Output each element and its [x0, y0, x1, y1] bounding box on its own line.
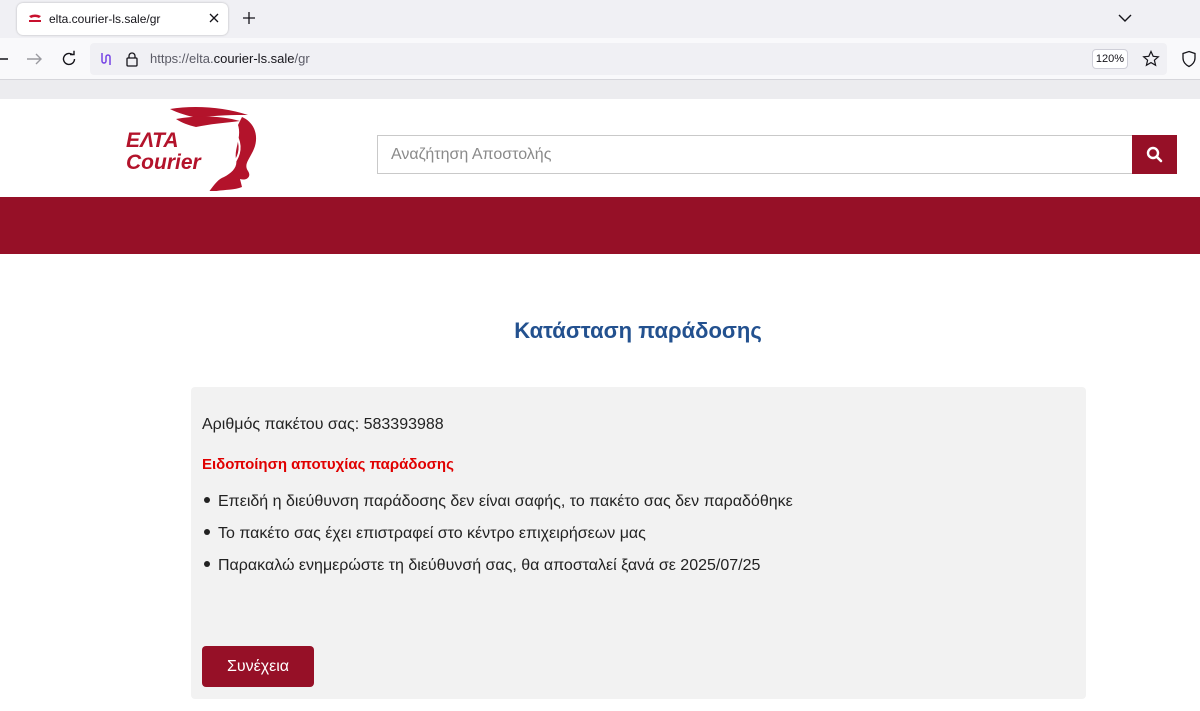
shipment-search-input[interactable] — [377, 135, 1133, 174]
chevron-down-icon[interactable] — [1117, 11, 1133, 25]
tab-title: elta.courier-ls.sale/gr — [49, 12, 161, 26]
browser-tab[interactable]: elta.courier-ls.sale/gr — [17, 3, 228, 35]
search-button[interactable] — [1132, 135, 1177, 174]
close-icon[interactable] — [207, 11, 221, 25]
shield-icon[interactable] — [1180, 50, 1198, 68]
permissions-icon[interactable] — [98, 51, 114, 67]
plus-icon[interactable] — [240, 9, 258, 27]
list-item: Το πακέτο σας έχει επιστραφεί στο κέντρο… — [204, 525, 793, 557]
elta-favicon-icon — [29, 14, 41, 22]
status-list: Επειδή η διεύθυνση παράδοσης δεν είναι σ… — [204, 493, 793, 589]
star-icon[interactable] — [1142, 50, 1160, 68]
address-bar[interactable]: https://elta.courier-ls.sale/gr 120% — [90, 43, 1167, 75]
bookmarks-strip — [0, 80, 1200, 99]
continue-button[interactable]: Συνέχεια — [202, 646, 314, 687]
svg-text:Courier: Courier — [126, 151, 203, 174]
browser-navbar: https://elta.courier-ls.sale/gr 120% — [0, 38, 1200, 80]
svg-text:ΕΛΤΑ: ΕΛΤΑ — [126, 129, 179, 152]
package-number: 583393988 — [363, 416, 444, 433]
url-text[interactable]: https://elta.courier-ls.sale/gr — [150, 51, 310, 66]
reload-icon[interactable] — [60, 50, 78, 68]
zoom-level-badge[interactable]: 120% — [1092, 49, 1128, 69]
site-header: ΕΛΤΑ Courier — [0, 99, 1200, 197]
elta-courier-logo[interactable]: ΕΛΤΑ Courier — [124, 105, 262, 191]
package-number-line: Αριθμός πακέτου σας: 583393988 — [202, 416, 444, 433]
back-arrow-icon[interactable] — [0, 50, 10, 68]
nav-band — [0, 197, 1200, 254]
browser-tabstrip: elta.courier-ls.sale/gr — [0, 0, 1200, 38]
delivery-failure-alert: Ειδοποίηση αποτυχίας παράδοσης — [202, 456, 454, 473]
forward-arrow-icon[interactable] — [25, 50, 43, 68]
list-item: Παρακαλώ ενημερώστε τη διεύθυνσή σας, θα… — [204, 557, 793, 589]
list-item: Επειδή η διεύθυνση παράδοσης δεν είναι σ… — [204, 493, 793, 525]
delivery-status-card: Αριθμός πακέτου σας: 583393988 Ειδοποίησ… — [191, 387, 1086, 699]
search-icon — [1146, 146, 1163, 163]
page-title: Κατάσταση παράδοσης — [514, 318, 762, 343]
lock-icon[interactable] — [124, 51, 140, 67]
